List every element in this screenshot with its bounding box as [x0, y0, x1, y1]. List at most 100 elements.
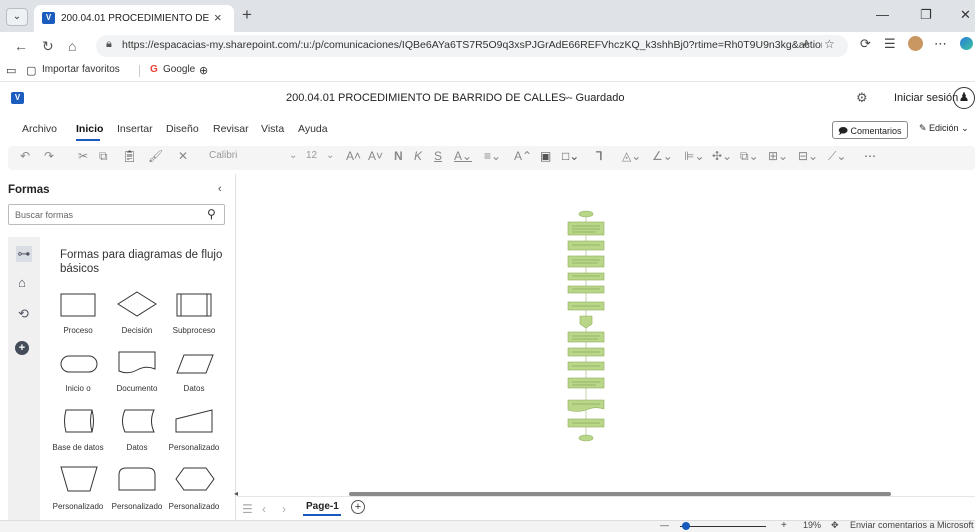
- more-options-icon[interactable]: ⋯: [864, 149, 876, 163]
- search-icon[interactable]: ⚲: [207, 207, 216, 221]
- next-page-icon[interactable]: ›: [282, 502, 286, 516]
- feedback-link[interactable]: Enviar comentarios a Microsoft: [850, 520, 974, 530]
- new-tab-icon[interactable]: +: [242, 5, 252, 25]
- font-color-icon[interactable]: A⌄: [454, 149, 472, 163]
- profile-avatar[interactable]: [908, 36, 923, 51]
- delete-icon[interactable]: ✕: [178, 149, 188, 163]
- extensions-icon[interactable]: ⟳: [860, 36, 871, 52]
- format-painter-icon[interactable]: 🖌︎: [148, 149, 163, 163]
- page-list-icon[interactable]: ☰: [242, 502, 253, 516]
- flowchart-thumbnail[interactable]: [566, 210, 606, 442]
- cut-icon[interactable]: ✂: [78, 149, 88, 163]
- person-icon[interactable]: ♟: [953, 87, 975, 109]
- rectangle-icon[interactable]: □⌄: [562, 149, 579, 163]
- styles-icon[interactable]: ⟋⌄: [828, 149, 846, 164]
- delay-shape-icon[interactable]: [118, 467, 156, 491]
- process-shape-icon[interactable]: [60, 293, 96, 317]
- redo-icon[interactable]: ↷: [44, 149, 54, 163]
- fit-to-window-icon[interactable]: ✥: [831, 520, 839, 531]
- restore-icon[interactable]: ❐: [920, 7, 932, 23]
- align-shapes-icon[interactable]: ⊫⌄: [684, 149, 705, 163]
- refresh-icon[interactable]: ↻: [42, 38, 54, 55]
- text-box-icon[interactable]: ▣: [540, 149, 551, 163]
- address-bar[interactable]: 🔒︎ https://espacacias-my.sharepoint.com/…: [96, 35, 848, 57]
- increase-font-icon[interactable]: A˄: [346, 149, 361, 163]
- subprocess-shape-icon[interactable]: [176, 293, 212, 317]
- gear-icon[interactable]: ⚙: [856, 90, 868, 106]
- decision-shape-icon[interactable]: [117, 291, 157, 317]
- tab-revisar[interactable]: Revisar: [213, 123, 249, 135]
- decrease-font-icon[interactable]: A˅: [368, 149, 383, 163]
- underline-icon[interactable]: S: [434, 149, 442, 163]
- manual-op-shape-icon[interactable]: [60, 466, 98, 492]
- tab-list-button[interactable]: ⌄: [6, 8, 28, 26]
- paste-icon[interactable]: 📋︎: [122, 149, 137, 163]
- favorites-icon[interactable]: ☰: [884, 36, 896, 52]
- add-page-icon[interactable]: +: [351, 500, 365, 514]
- copilot-icon[interactable]: [960, 37, 973, 50]
- bold-icon[interactable]: N: [394, 149, 403, 163]
- page-tab[interactable]: Page-1: [306, 501, 339, 512]
- home-icon[interactable]: ⌂: [68, 38, 76, 54]
- zoom-level[interactable]: 19%: [803, 520, 821, 530]
- tab-archivo[interactable]: Archivo: [22, 123, 57, 135]
- connector-icon[interactable]: ⅂: [596, 149, 603, 163]
- text-size-icon[interactable]: A⌃: [514, 149, 532, 163]
- fill-color-icon[interactable]: ◬⌄: [622, 149, 641, 163]
- read-aloud-icon[interactable]: A: [803, 39, 810, 50]
- back-icon[interactable]: ←: [14, 38, 28, 54]
- arrange-icon[interactable]: ⧉⌄: [740, 149, 759, 164]
- undo-icon[interactable]: ↶: [20, 149, 30, 163]
- italic-icon[interactable]: K: [414, 149, 422, 163]
- preparation-shape-icon[interactable]: [175, 467, 215, 491]
- font-name-dropdown[interactable]: Calibri ⌄: [205, 148, 303, 166]
- document-title[interactable]: 200.04.01 PROCEDIMIENTO DE BARRIDO DE CA…: [286, 92, 624, 104]
- search-shapes-input[interactable]: Buscar formas ⚲: [8, 204, 225, 225]
- collections-icon[interactable]: ▭: [6, 64, 16, 77]
- bookmark-google[interactable]: Google: [163, 64, 195, 75]
- arrows-stencil-icon[interactable]: ⟲: [18, 306, 29, 322]
- font-size-dropdown[interactable]: 12 ⌄: [302, 148, 338, 166]
- favorite-star-icon[interactable]: ☆: [824, 37, 835, 51]
- tab-vista[interactable]: Vista: [261, 123, 284, 135]
- line-color-icon[interactable]: ∠⌄: [652, 149, 673, 163]
- zoom-slider[interactable]: [680, 526, 766, 527]
- globe-icon[interactable]: ⊕: [199, 64, 208, 77]
- tab-inicio[interactable]: Inicio: [76, 123, 103, 135]
- drawing-canvas[interactable]: [237, 174, 975, 496]
- previous-page-icon[interactable]: ‹: [262, 502, 266, 516]
- tab-insertar[interactable]: Insertar: [117, 123, 153, 135]
- bookmark-import-favorites[interactable]: Importar favoritos: [42, 64, 120, 75]
- chevron-down-icon[interactable]: ⌄: [563, 91, 571, 102]
- align-icon[interactable]: ≡⌄: [484, 149, 501, 163]
- close-window-icon[interactable]: ✕: [960, 7, 971, 23]
- browser-tab[interactable]: V 200.04.01 PROCEDIMIENTO DE BA ×: [34, 5, 234, 32]
- editing-label: Edición: [929, 123, 959, 133]
- start-end-shape-icon[interactable]: [60, 355, 98, 373]
- custom-shape-icon[interactable]: [175, 409, 213, 433]
- zoom-slider-thumb[interactable]: [682, 522, 690, 530]
- sign-in-link[interactable]: Iniciar sesión: [894, 92, 958, 104]
- basic-shapes-icon[interactable]: ⌂: [18, 275, 26, 290]
- layout-icon[interactable]: ⊟⌄: [798, 149, 818, 163]
- comments-button[interactable]: 🗩︎ Comentarios: [832, 121, 908, 139]
- editing-mode-button[interactable]: ✎ Edición ⌄: [914, 121, 974, 139]
- database-shape-icon[interactable]: [62, 409, 96, 433]
- zoom-in-icon[interactable]: +: [781, 520, 787, 531]
- copy-icon[interactable]: ⧉: [99, 149, 108, 164]
- more-icon[interactable]: ⋯: [934, 36, 947, 52]
- document-shape-icon[interactable]: [118, 351, 156, 375]
- group-icon[interactable]: ⊞⌄: [768, 149, 788, 163]
- zoom-out-icon[interactable]: —: [660, 520, 669, 530]
- collapse-panel-icon[interactable]: ‹: [218, 183, 222, 195]
- position-icon[interactable]: ✣⌄: [712, 149, 732, 163]
- tab-ayuda[interactable]: Ayuda: [298, 123, 328, 135]
- stored-data-shape-icon[interactable]: [119, 409, 155, 433]
- minimize-icon[interactable]: —: [876, 7, 889, 22]
- tab-diseno[interactable]: Diseño: [166, 123, 199, 135]
- visio-logo-icon[interactable]: V: [11, 92, 24, 104]
- flowchart-stencil-icon[interactable]: ⊶: [16, 246, 32, 262]
- tab-close-icon[interactable]: ×: [214, 10, 222, 25]
- data-shape-icon[interactable]: [176, 354, 214, 374]
- add-stencil-icon[interactable]: +: [15, 341, 29, 355]
